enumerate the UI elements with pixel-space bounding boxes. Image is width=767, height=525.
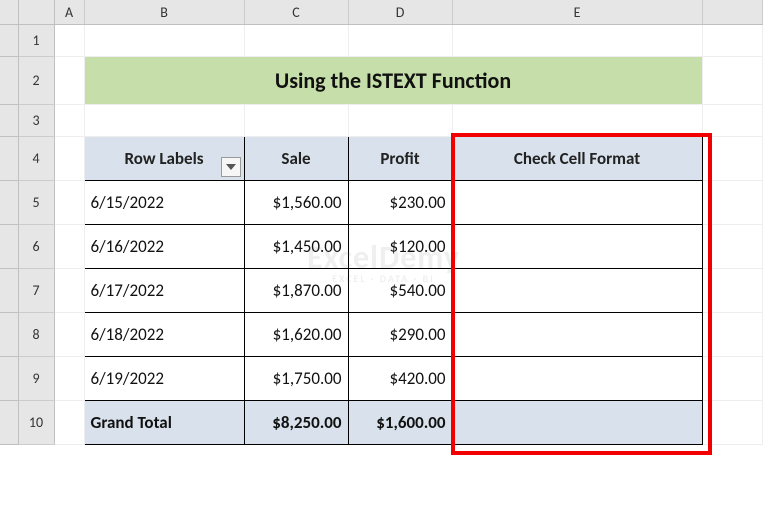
table-row[interactable] bbox=[452, 313, 702, 357]
table-row[interactable]: 6/18/2022 bbox=[84, 313, 244, 357]
cell[interactable] bbox=[702, 137, 762, 181]
header-profit[interactable]: Profit bbox=[348, 137, 452, 181]
corner-cell[interactable] bbox=[18, 0, 54, 25]
col-header-E[interactable]: E bbox=[452, 0, 702, 25]
col-header-A[interactable]: A bbox=[54, 0, 84, 25]
col-header-C[interactable]: C bbox=[244, 0, 348, 25]
cell[interactable] bbox=[702, 357, 762, 401]
cell[interactable] bbox=[84, 25, 244, 57]
cell[interactable] bbox=[348, 105, 452, 137]
header-label: Row Labels bbox=[124, 148, 203, 169]
col-header-D[interactable]: D bbox=[348, 0, 452, 25]
cell[interactable] bbox=[54, 105, 84, 137]
cell[interactable] bbox=[702, 25, 762, 57]
table-row[interactable]: $120.00 bbox=[348, 225, 452, 269]
table-row[interactable] bbox=[452, 269, 702, 313]
gutter bbox=[0, 401, 18, 445]
gutter bbox=[0, 25, 18, 57]
row-header-8[interactable]: 8 bbox=[18, 313, 54, 357]
gutter bbox=[0, 225, 18, 269]
row-header-5[interactable]: 5 bbox=[18, 181, 54, 225]
filter-dropdown-icon[interactable] bbox=[221, 157, 241, 177]
row-header-10[interactable]: 10 bbox=[18, 401, 54, 445]
grid: A B C D E 1 2 Using the ISTEXT Function bbox=[0, 0, 763, 445]
row-header-2[interactable]: 2 bbox=[18, 57, 54, 105]
grand-total-check[interactable] bbox=[452, 401, 702, 445]
cell[interactable] bbox=[702, 313, 762, 357]
cell[interactable] bbox=[702, 57, 762, 105]
table-row[interactable]: 6/19/2022 bbox=[84, 357, 244, 401]
gutter bbox=[0, 357, 18, 401]
table-row[interactable]: $1,750.00 bbox=[244, 357, 348, 401]
cell[interactable] bbox=[702, 181, 762, 225]
gutter bbox=[0, 57, 18, 105]
header-check[interactable]: Check Cell Format bbox=[452, 137, 702, 181]
row-header-9[interactable]: 9 bbox=[18, 357, 54, 401]
table-row[interactable]: $1,870.00 bbox=[244, 269, 348, 313]
table-row[interactable]: $290.00 bbox=[348, 313, 452, 357]
cell[interactable] bbox=[54, 25, 84, 57]
row-header-6[interactable]: 6 bbox=[18, 225, 54, 269]
table-row[interactable]: $540.00 bbox=[348, 269, 452, 313]
row-header-4[interactable]: 4 bbox=[18, 137, 54, 181]
table-row[interactable]: $1,450.00 bbox=[244, 225, 348, 269]
table-row[interactable]: $1,620.00 bbox=[244, 313, 348, 357]
cell[interactable] bbox=[702, 225, 762, 269]
col-header-B[interactable]: B bbox=[84, 0, 244, 25]
cell[interactable] bbox=[452, 105, 702, 137]
col-header-blank[interactable] bbox=[702, 0, 762, 25]
table-row[interactable]: $230.00 bbox=[348, 181, 452, 225]
cell[interactable] bbox=[452, 25, 702, 57]
grand-total-profit[interactable]: $1,600.00 bbox=[348, 401, 452, 445]
cell[interactable] bbox=[54, 313, 84, 357]
cell[interactable] bbox=[54, 57, 84, 105]
cell[interactable] bbox=[244, 25, 348, 57]
cell[interactable] bbox=[54, 357, 84, 401]
table-row[interactable]: 6/17/2022 bbox=[84, 269, 244, 313]
row-header-1[interactable]: 1 bbox=[18, 25, 54, 57]
cell[interactable] bbox=[702, 269, 762, 313]
cell[interactable] bbox=[54, 401, 84, 445]
table-row[interactable] bbox=[452, 225, 702, 269]
row-header-3[interactable]: 3 bbox=[18, 105, 54, 137]
cell[interactable] bbox=[348, 25, 452, 57]
gutter bbox=[0, 269, 18, 313]
corner-cell[interactable] bbox=[0, 0, 18, 25]
grand-total-label[interactable]: Grand Total bbox=[84, 401, 244, 445]
header-sale[interactable]: Sale bbox=[244, 137, 348, 181]
row-header-7[interactable]: 7 bbox=[18, 269, 54, 313]
cell[interactable] bbox=[54, 269, 84, 313]
cell[interactable] bbox=[702, 105, 762, 137]
cell[interactable] bbox=[244, 105, 348, 137]
cell[interactable] bbox=[54, 225, 84, 269]
table-row[interactable]: 6/15/2022 bbox=[84, 181, 244, 225]
cell[interactable] bbox=[84, 105, 244, 137]
gutter bbox=[0, 105, 18, 137]
gutter bbox=[0, 313, 18, 357]
grand-total-sale[interactable]: $8,250.00 bbox=[244, 401, 348, 445]
table-row[interactable]: $1,560.00 bbox=[244, 181, 348, 225]
spreadsheet-view: A B C D E 1 2 Using the ISTEXT Function bbox=[0, 0, 767, 525]
cell[interactable] bbox=[54, 181, 84, 225]
gutter bbox=[0, 137, 18, 181]
table-row[interactable]: $420.00 bbox=[348, 357, 452, 401]
header-row-labels[interactable]: Row Labels bbox=[84, 137, 244, 181]
table-row[interactable] bbox=[452, 357, 702, 401]
gutter bbox=[0, 181, 18, 225]
table-row[interactable]: 6/16/2022 bbox=[84, 225, 244, 269]
title-cell[interactable]: Using the ISTEXT Function bbox=[84, 57, 702, 105]
cell[interactable] bbox=[54, 137, 84, 181]
cell[interactable] bbox=[702, 401, 762, 445]
table-row[interactable] bbox=[452, 181, 702, 225]
